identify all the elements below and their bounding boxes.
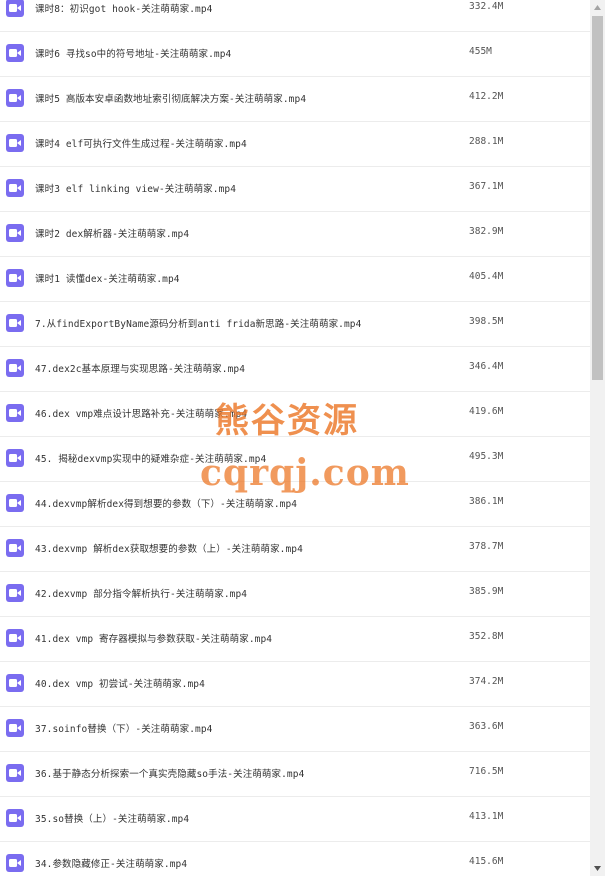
file-row[interactable]: 47.dex2c基本原理与实现思路-关注萌萌家.mp4 346.4M	[0, 347, 590, 392]
file-row[interactable]: 课时3 elf linking view-关注萌萌家.mp4 367.1M	[0, 167, 590, 212]
scrollbar-thumb[interactable]	[592, 16, 603, 380]
file-row[interactable]: 42.dexvmp 部分指令解析执行-关注萌萌家.mp4 385.9M	[0, 572, 590, 617]
file-row[interactable]: 课时2 dex解析器-关注萌萌家.mp4 382.9M	[0, 212, 590, 257]
video-file-icon	[6, 44, 24, 62]
file-name[interactable]: 43.dexvmp 解析dex获取想要的参数（上）-关注萌萌家.mp4	[35, 541, 303, 555]
video-file-icon	[6, 629, 24, 647]
video-file-icon	[6, 539, 24, 557]
file-name[interactable]: 37.soinfo替换（下）-关注萌萌家.mp4	[35, 721, 212, 735]
file-size: 413.1M	[469, 811, 504, 822]
file-row[interactable]: 课时1 读懂dex-关注萌萌家.mp4 405.4M	[0, 257, 590, 302]
video-file-icon	[6, 89, 24, 107]
file-name[interactable]: 课时2 dex解析器-关注萌萌家.mp4	[35, 226, 189, 240]
file-size: 288.1M	[469, 136, 504, 147]
file-size: 716.5M	[469, 766, 504, 777]
file-name[interactable]: 35.so替换（上）-关注萌萌家.mp4	[35, 811, 189, 825]
video-file-icon	[6, 134, 24, 152]
file-size: 415.6M	[469, 856, 504, 867]
file-row[interactable]: 7.从findExportByName源码分析到anti frida新思路-关注…	[0, 302, 590, 347]
scroll-up-arrow-icon[interactable]	[590, 0, 605, 15]
watermark-url: cqrqj.com	[200, 452, 410, 494]
file-row[interactable]: 41.dex vmp 寄存器模拟与参数获取-关注萌萌家.mp4 352.8M	[0, 617, 590, 662]
file-size: 352.8M	[469, 631, 504, 642]
scroll-down-arrow-icon[interactable]	[590, 861, 605, 876]
file-size: 363.6M	[469, 721, 504, 732]
file-size: 405.4M	[469, 271, 504, 282]
file-size: 332.4M	[469, 1, 504, 12]
file-row[interactable]: 43.dexvmp 解析dex获取想要的参数（上）-关注萌萌家.mp4 378.7…	[0, 527, 590, 572]
file-name[interactable]: 36.基于静态分析探索一个真实壳隐藏so手法-关注萌萌家.mp4	[35, 766, 304, 780]
file-size: 385.9M	[469, 586, 504, 597]
video-file-icon	[6, 449, 24, 467]
file-name[interactable]: 课时4 elf可执行文件生成过程-关注萌萌家.mp4	[35, 136, 247, 150]
file-name[interactable]: 47.dex2c基本原理与实现思路-关注萌萌家.mp4	[35, 361, 245, 375]
video-file-icon	[6, 179, 24, 197]
video-file-icon	[6, 314, 24, 332]
file-row[interactable]: 课时4 elf可执行文件生成过程-关注萌萌家.mp4 288.1M	[0, 122, 590, 167]
file-size: 419.6M	[469, 406, 504, 417]
video-file-icon	[6, 719, 24, 737]
file-name[interactable]: 课时8：初识got hook-关注萌萌家.mp4	[35, 1, 212, 15]
file-name[interactable]: 课时1 读懂dex-关注萌萌家.mp4	[35, 271, 180, 285]
file-size: 374.2M	[469, 676, 504, 687]
video-file-icon	[6, 674, 24, 692]
file-name[interactable]: 7.从findExportByName源码分析到anti frida新思路-关注…	[35, 316, 361, 330]
vertical-scrollbar[interactable]	[590, 0, 605, 876]
file-size: 495.3M	[469, 451, 504, 462]
video-file-icon	[6, 809, 24, 827]
file-name[interactable]: 40.dex vmp 初尝试-关注萌萌家.mp4	[35, 676, 205, 690]
video-file-icon	[6, 0, 24, 17]
file-size: 386.1M	[469, 496, 504, 507]
file-row[interactable]: 34.参数隐藏修正-关注萌萌家.mp4 415.6M	[0, 842, 590, 876]
file-name[interactable]: 课时6 寻找so中的符号地址-关注萌萌家.mp4	[35, 46, 231, 60]
file-name[interactable]: 44.dexvmp解析dex得到想要的参数（下）-关注萌萌家.mp4	[35, 496, 297, 510]
file-name[interactable]: 课时3 elf linking view-关注萌萌家.mp4	[35, 181, 236, 195]
file-row[interactable]: 36.基于静态分析探索一个真实壳隐藏so手法-关注萌萌家.mp4 716.5M	[0, 752, 590, 797]
file-row[interactable]: 40.dex vmp 初尝试-关注萌萌家.mp4 374.2M	[0, 662, 590, 707]
file-size: 412.2M	[469, 91, 504, 102]
video-file-icon	[6, 764, 24, 782]
video-file-icon	[6, 494, 24, 512]
file-row[interactable]: 35.so替换（上）-关注萌萌家.mp4 413.1M	[0, 797, 590, 842]
video-file-icon	[6, 269, 24, 287]
file-size: 382.9M	[469, 226, 504, 237]
video-file-icon	[6, 584, 24, 602]
file-size: 346.4M	[469, 361, 504, 372]
video-file-icon	[6, 359, 24, 377]
file-row[interactable]: 课时8：初识got hook-关注萌萌家.mp4 332.4M	[0, 0, 590, 32]
file-row[interactable]: 课时6 寻找so中的符号地址-关注萌萌家.mp4 455M	[0, 32, 590, 77]
file-row[interactable]: 课时5 高版本安卓函数地址索引彻底解决方案-关注萌萌家.mp4 412.2M	[0, 77, 590, 122]
file-size: 398.5M	[469, 316, 504, 327]
file-name[interactable]: 42.dexvmp 部分指令解析执行-关注萌萌家.mp4	[35, 586, 247, 600]
file-row[interactable]: 37.soinfo替换（下）-关注萌萌家.mp4 363.6M	[0, 707, 590, 752]
file-name[interactable]: 34.参数隐藏修正-关注萌萌家.mp4	[35, 856, 187, 870]
file-size: 378.7M	[469, 541, 504, 552]
watermark-text: 熊谷资源	[215, 401, 359, 441]
file-name[interactable]: 课时5 高版本安卓函数地址索引彻底解决方案-关注萌萌家.mp4	[35, 91, 306, 105]
video-file-icon	[6, 854, 24, 872]
video-file-icon	[6, 404, 24, 422]
file-name[interactable]: 41.dex vmp 寄存器模拟与参数获取-关注萌萌家.mp4	[35, 631, 272, 645]
file-size: 455M	[469, 46, 492, 57]
video-file-icon	[6, 224, 24, 242]
file-size: 367.1M	[469, 181, 504, 192]
